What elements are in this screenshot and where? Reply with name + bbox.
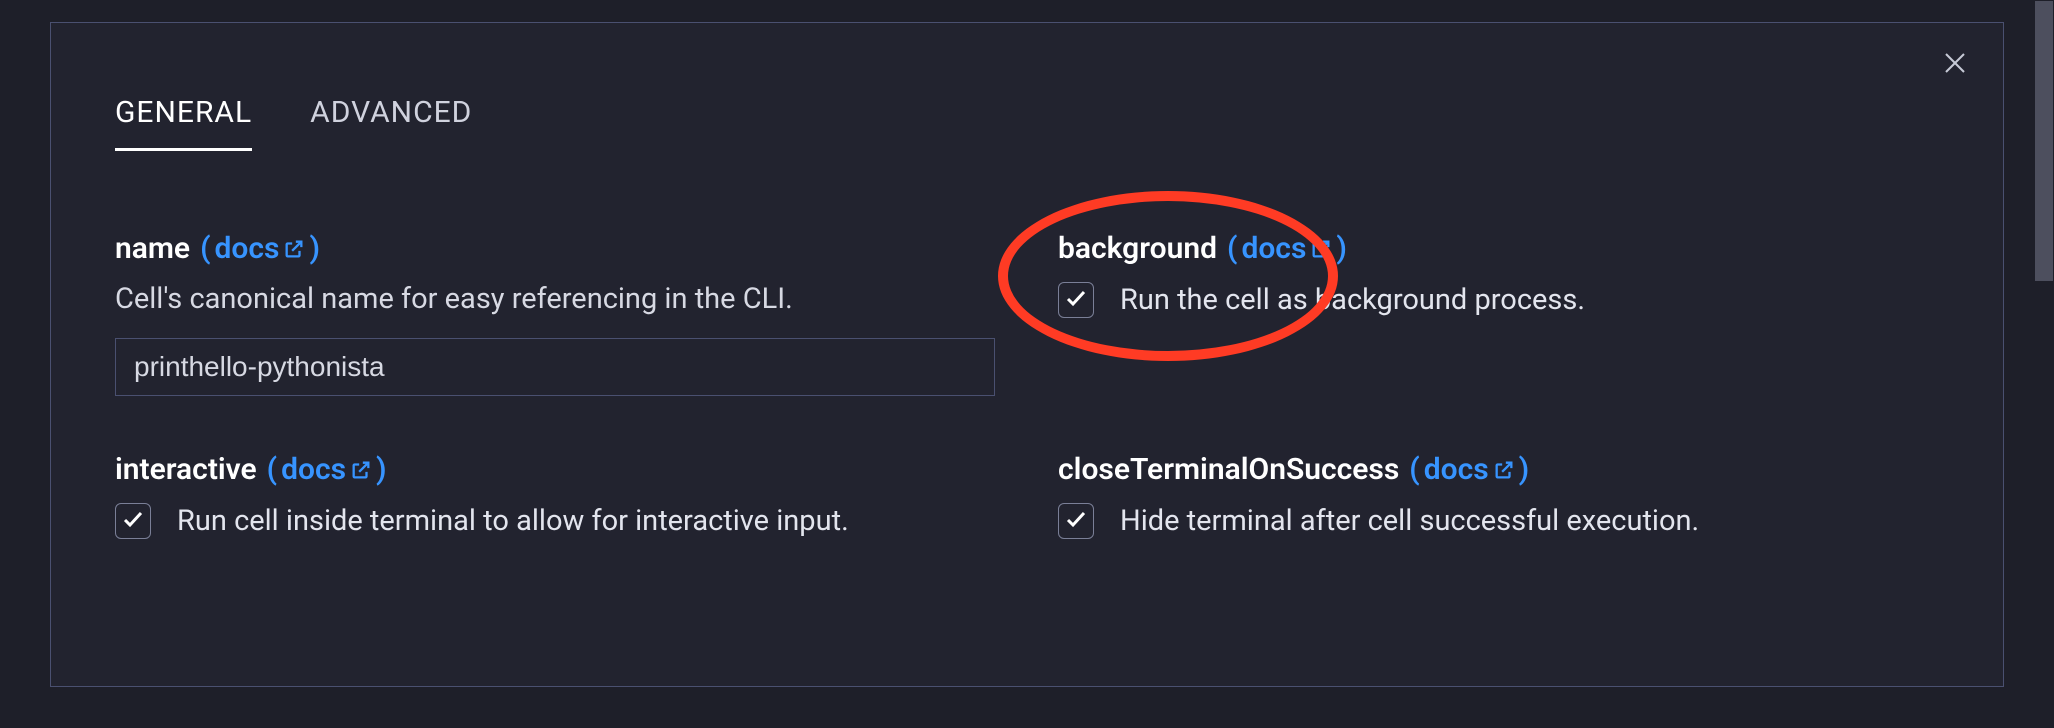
field-close-terminal-title: closeTerminalOnSuccess (docs ) <box>1058 452 1953 487</box>
docs-link-interactive[interactable]: (docs ) <box>267 452 387 487</box>
settings-panel: GENERAL ADVANCED name (docs ) Cell's can… <box>50 22 2004 687</box>
docs-text: docs <box>1241 231 1306 266</box>
check-icon <box>121 507 145 535</box>
paren-open: ( <box>1227 231 1237 266</box>
scrollbar[interactable] <box>2035 1 2053 281</box>
settings-grid: name (docs ) Cell's canonical name for e… <box>101 151 1953 539</box>
paren-open: ( <box>1409 452 1419 487</box>
paren-open: ( <box>267 452 277 487</box>
docs-text: docs <box>215 231 280 266</box>
paren-open: ( <box>200 231 210 266</box>
external-link-icon <box>350 459 372 481</box>
background-checkbox[interactable] <box>1058 282 1094 318</box>
background-check-row: Run the cell as background process. <box>1058 282 1953 318</box>
check-icon <box>1064 286 1088 314</box>
docs-text: docs <box>1424 452 1489 487</box>
paren-close: ) <box>1336 231 1347 266</box>
name-input[interactable] <box>115 338 995 396</box>
check-icon <box>1064 507 1088 535</box>
interactive-check-row: Run cell inside terminal to allow for in… <box>115 503 1010 539</box>
docs-link-close-terminal[interactable]: (docs ) <box>1409 452 1529 487</box>
field-name-description: Cell's canonical name for easy referenci… <box>115 282 1010 316</box>
field-interactive-label: interactive <box>115 452 257 487</box>
field-background-title: background (docs ) <box>1058 231 1953 266</box>
field-interactive: interactive (docs ) Run cell inside term… <box>115 452 1010 539</box>
close-terminal-check-row: Hide terminal after cell successful exec… <box>1058 503 1953 539</box>
interactive-checkbox[interactable] <box>115 503 151 539</box>
background-checkbox-label: Run the cell as background process. <box>1120 283 1585 317</box>
field-name-title: name (docs ) <box>115 231 1010 266</box>
tab-advanced[interactable]: ADVANCED <box>310 95 472 151</box>
field-name: name (docs ) Cell's canonical name for e… <box>115 231 1010 396</box>
interactive-checkbox-label: Run cell inside terminal to allow for in… <box>177 504 849 538</box>
tab-general[interactable]: GENERAL <box>115 95 252 151</box>
field-name-label: name <box>115 231 190 266</box>
field-close-terminal: closeTerminalOnSuccess (docs ) Hide term… <box>1058 452 1953 539</box>
annotation-ellipse <box>998 191 1338 361</box>
tab-bar: GENERAL ADVANCED <box>101 53 1953 151</box>
docs-text: docs <box>281 452 346 487</box>
paren-close: ) <box>309 231 320 266</box>
paren-close: ) <box>1519 452 1530 487</box>
close-button[interactable] <box>1941 51 1969 79</box>
field-background: background (docs ) Run the cell as backg… <box>1058 231 1953 396</box>
close-terminal-checkbox-label: Hide terminal after cell successful exec… <box>1120 504 1699 538</box>
close-terminal-checkbox[interactable] <box>1058 503 1094 539</box>
paren-close: ) <box>376 452 387 487</box>
external-link-icon <box>1493 459 1515 481</box>
docs-link-background[interactable]: (docs ) <box>1227 231 1347 266</box>
external-link-icon <box>1310 238 1332 260</box>
field-background-label: background <box>1058 231 1217 266</box>
close-icon <box>1943 51 1967 79</box>
field-interactive-title: interactive (docs ) <box>115 452 1010 487</box>
external-link-icon <box>283 238 305 260</box>
docs-link-name[interactable]: (docs ) <box>200 231 320 266</box>
field-close-terminal-label: closeTerminalOnSuccess <box>1058 452 1399 487</box>
